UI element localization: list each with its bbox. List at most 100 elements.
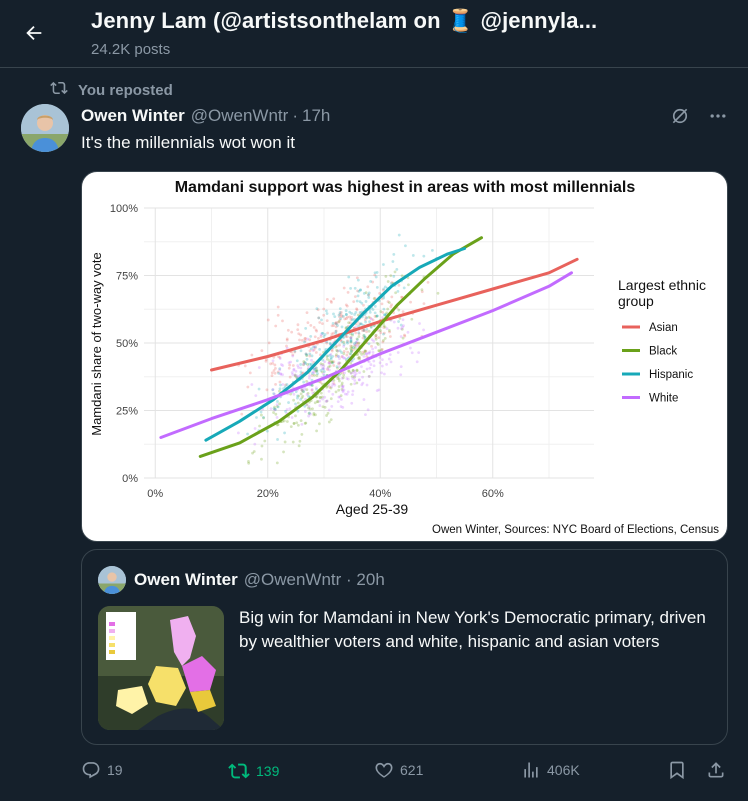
scatter-point <box>345 353 349 357</box>
scatter-point <box>329 397 333 401</box>
scatter-point <box>278 380 282 384</box>
like-button[interactable]: 621 <box>374 760 423 780</box>
scatter-point <box>318 404 322 407</box>
scatter-point <box>422 254 426 258</box>
scatter-point <box>296 409 300 413</box>
scatter-point <box>338 307 342 311</box>
scatter-point <box>330 332 334 336</box>
x-tick-label: 60% <box>482 488 504 500</box>
scatter-point <box>285 337 289 341</box>
back-arrow-icon[interactable] <box>20 19 48 47</box>
scatter-point <box>275 416 279 419</box>
scatter-point <box>302 380 306 384</box>
scatter-point <box>292 367 296 371</box>
scatter-point <box>301 394 305 398</box>
scatter-point <box>307 376 311 380</box>
reply-button[interactable]: 19 <box>81 760 123 780</box>
scatter-point <box>349 382 353 386</box>
scatter-point <box>319 369 323 372</box>
scatter-point <box>381 316 384 319</box>
author-name[interactable]: Owen Winter <box>81 106 185 126</box>
scatter-point <box>260 349 264 353</box>
scatter-point <box>273 408 277 412</box>
grok-icon[interactable] <box>670 106 690 131</box>
scatter-point <box>323 395 327 399</box>
scatter-point <box>358 371 361 375</box>
scatter-point <box>360 301 364 305</box>
y-tick-label: 100% <box>110 203 138 215</box>
scatter-point <box>364 413 367 416</box>
scatter-point <box>382 287 386 291</box>
scatter-point <box>314 386 318 390</box>
share-button[interactable] <box>706 760 726 780</box>
scatter-point <box>278 357 282 360</box>
scatter-point <box>253 427 257 430</box>
scatter-point <box>361 375 364 379</box>
scatter-point <box>325 312 329 315</box>
legend-label: Asian <box>649 322 678 334</box>
scatter-point <box>340 340 344 344</box>
view-count: 406K <box>547 762 580 778</box>
scatter-point <box>315 369 319 373</box>
scatter-point <box>309 323 313 327</box>
tweet-time[interactable]: 17h <box>302 106 330 126</box>
tweet-text: It's the millennials wot won it <box>81 133 295 152</box>
scatter-point <box>298 439 302 443</box>
views-button[interactable]: 406K <box>521 760 580 780</box>
scatter-point <box>347 369 351 373</box>
scatter-point <box>346 390 350 394</box>
scatter-point <box>411 254 415 257</box>
scatter-point <box>296 396 299 400</box>
scatter-point <box>283 440 287 444</box>
scatter-point <box>375 389 379 393</box>
scatter-point <box>296 364 300 367</box>
scatter-point <box>373 304 377 308</box>
scatter-point <box>353 373 357 377</box>
scatter-point <box>308 352 312 356</box>
scatter-point <box>259 410 263 414</box>
scatter-point <box>356 344 359 348</box>
scatter-point <box>321 397 324 401</box>
profile-header: Jenny Lam (@artistsonthelam on 🧵 @jennyl… <box>0 0 748 68</box>
scatter-point <box>263 439 267 443</box>
quoted-author-row: Owen Winter @OwenWntr · 20h <box>134 570 385 590</box>
scatter-point <box>436 291 440 295</box>
scatter-point <box>257 387 261 391</box>
scatter-point <box>303 388 307 391</box>
bookmark-button[interactable] <box>667 760 687 780</box>
avatar[interactable] <box>21 104 69 152</box>
scatter-point <box>299 392 303 396</box>
scatter-point <box>387 301 391 305</box>
legend-title: Largest ethnic group <box>618 277 710 309</box>
scatter-point <box>312 345 316 349</box>
scatter-point <box>367 375 371 378</box>
x-tick-label: 0% <box>147 488 163 500</box>
scatter-point <box>300 422 304 426</box>
scatter-point <box>299 349 303 353</box>
scatter-point <box>426 280 430 284</box>
scatter-point <box>372 364 376 368</box>
scatter-point <box>335 365 339 368</box>
chart-image[interactable]: Mamdani support was highest in areas wit… <box>81 171 728 542</box>
scatter-point <box>399 365 403 368</box>
scatter-point <box>325 414 328 417</box>
scatter-point <box>291 354 295 358</box>
scatter-point <box>310 354 314 358</box>
scatter-point <box>341 405 345 409</box>
scatter-point <box>355 307 358 311</box>
author-handle[interactable]: @OwenWntr <box>191 106 289 126</box>
scatter-point <box>299 419 303 423</box>
scatter-point <box>299 363 303 366</box>
quoted-tweet[interactable]: Owen Winter @OwenWntr · 20h Big win for … <box>81 549 728 745</box>
scatter-point <box>336 400 340 404</box>
scatter-point <box>332 364 336 367</box>
scatter-point <box>311 370 315 374</box>
scatter-point <box>337 395 341 399</box>
scatter-point <box>314 413 317 417</box>
more-options-icon[interactable] <box>708 106 728 131</box>
repost-button[interactable]: 139 <box>228 760 279 782</box>
scatter-point <box>328 368 331 372</box>
scatter-point <box>337 313 341 317</box>
scatter-point <box>318 321 322 324</box>
scatter-point <box>267 341 271 345</box>
